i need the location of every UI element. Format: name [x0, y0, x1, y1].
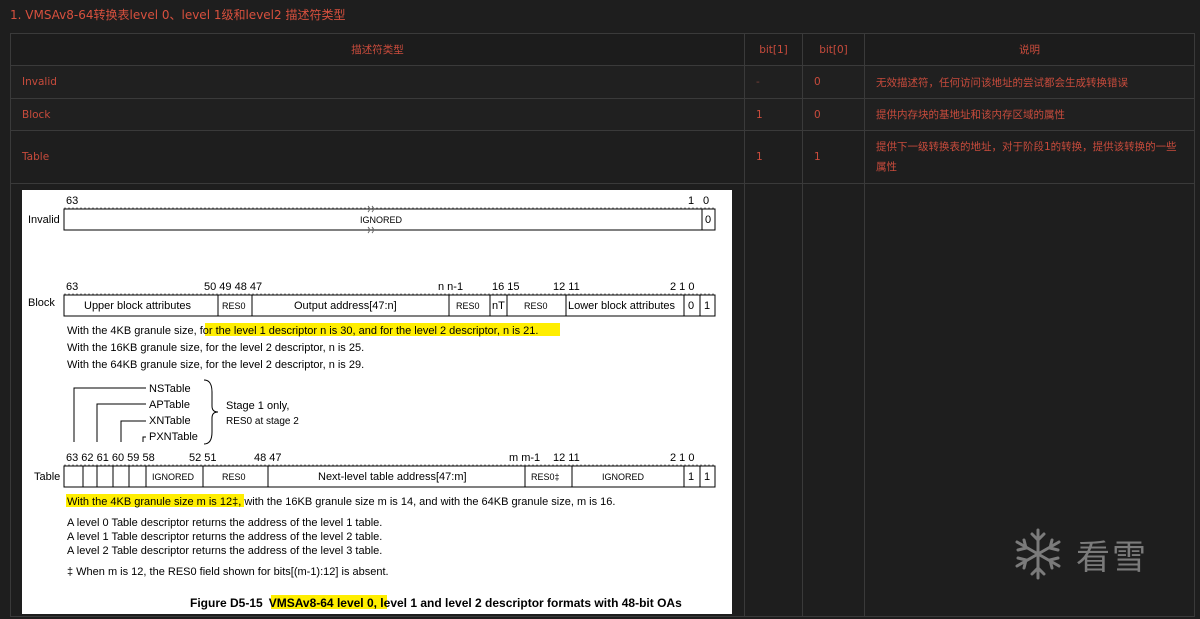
invalid-bit-0: 0: [703, 195, 709, 207]
table-line-level1: A level 1 Table descriptor returns the a…: [67, 531, 382, 543]
table-line-level2: A level 2 Table descriptor returns the a…: [67, 545, 382, 557]
cell-bit0: 1: [802, 130, 865, 184]
caption-hl: VMSAv8-64 level 0: [269, 596, 374, 610]
table-note-hl: With the 4KB granule size m is 12‡: [67, 496, 238, 508]
figure-caption: Figure D5-15 VMSAv8-64 level 0, level 1 a…: [190, 596, 682, 610]
block-lower-attrs: Lower block attributes: [568, 300, 675, 312]
table-line-level0: A level 0 Table descriptor returns the a…: [67, 517, 382, 529]
table-ignored-1: IGNORED: [152, 472, 195, 482]
block-res0-1: RES0: [222, 301, 246, 311]
block-note-4kb-hl: for the level 1 descriptor n is 30, and …: [200, 325, 536, 337]
cell-bit0: 0: [802, 98, 865, 131]
block-res0-3: RES0: [524, 301, 548, 311]
table-label: Table: [34, 471, 60, 483]
section-heading: 1. VMSAv8-64转换表level 0、level 1级和level2 描…: [10, 8, 346, 22]
descriptor-format-figure: 63 1 0 Invalid IGNORED 0 63 50 49 48 47 …: [22, 190, 732, 614]
header-bit0: bit[0]: [802, 33, 865, 66]
watermark-text: 看雪: [1076, 537, 1148, 578]
table-row: Block 1 0 提供内存块的基地址和该内存区域的属性: [10, 98, 1195, 131]
table-row: Table 1 1 提供下一级转换表的地址，对于阶段1的转换，提供该转换的一些属…: [10, 130, 1195, 184]
caption-pre: Figure D5-15: [190, 596, 263, 610]
block-label: Block: [28, 297, 55, 309]
table-res0-1: RES0: [222, 472, 246, 482]
bracket-pxntable: PXNTable: [149, 431, 198, 443]
block-res0-2: RES0: [456, 301, 480, 311]
table-bits-12-11: 12 11: [553, 452, 580, 464]
cell-bit1: -: [744, 65, 803, 99]
header-type: 描述符类型: [10, 33, 745, 66]
table-row: Invalid - 0 无效描述符，任何访问该地址的尝试都会生成转换错误: [10, 65, 1195, 99]
table-bits-2-0: 2 1 0: [670, 452, 694, 464]
block-note-4kb-pre: With the 4KB granule size,: [67, 325, 200, 337]
header-desc: 说明: [864, 33, 1195, 66]
table-bit-0-val: 1: [704, 471, 710, 483]
cell-bit0: 0: [802, 65, 865, 99]
table-bit-1-val: 1: [688, 471, 694, 483]
block-upper-attrs: Upper block attributes: [84, 300, 191, 312]
cell-bit1: 1: [744, 98, 803, 131]
table-ignored-2: IGNORED: [602, 472, 645, 482]
table-note: With the 4KB granule size m is 12‡, with…: [67, 496, 615, 508]
block-bit-1-val: 0: [688, 300, 694, 312]
block-bits-50-47: 50 49 48 47: [204, 281, 262, 293]
block-bits-n: n n-1: [438, 281, 463, 293]
table-note-rest: , with the 16KB granule size m is 14, an…: [238, 496, 615, 508]
invalid-ignored: IGNORED: [360, 215, 403, 225]
block-note-4kb: With the 4KB granule size, for the level…: [67, 325, 538, 337]
cell-bit1: 1: [744, 130, 803, 184]
bracket-note-stage1: Stage 1 only,: [226, 400, 289, 412]
cell-type: Table: [10, 130, 745, 184]
table-footnote: ‡ When m is 12, the RES0 field shown for…: [67, 566, 389, 578]
block-bits-2-0: 2 1 0: [670, 281, 694, 293]
block-note-16kb: With the 16KB granule size, for the leve…: [67, 342, 364, 354]
bracket-nstable: NSTable: [149, 383, 191, 395]
block-bit-0-val: 1: [704, 300, 710, 312]
table-res0-2: RES0‡: [531, 472, 560, 482]
header-bit1: bit[1]: [744, 33, 803, 66]
block-bit-63: 63: [66, 281, 78, 293]
table-bits-63-58: 63 62 61 60 59 58: [66, 452, 155, 464]
invalid-bit-1: 1: [688, 195, 694, 207]
block-bits-12-11: 12 11: [553, 281, 580, 293]
invalid-last-bit: 0: [705, 214, 711, 226]
block-nt: nT: [492, 300, 505, 312]
snowflake-icon: [1015, 528, 1061, 580]
block-note-4kb-end: .: [535, 325, 538, 337]
table-next-level-address: Next-level table address[47:m]: [318, 471, 467, 483]
block-bits-16-15: 16 15: [492, 281, 520, 293]
block-output-address: Output address[47:n]: [294, 300, 397, 312]
cell-desc: 无效描述符，任何访问该地址的尝试都会生成转换错误: [864, 65, 1195, 99]
cell-desc: 提供下一级转换表的地址，对于阶段1的转换，提供该转换的一些属性: [864, 130, 1195, 184]
invalid-label: Invalid: [28, 214, 60, 226]
block-note-64kb: With the 64KB granule size, for the leve…: [67, 359, 364, 371]
table-bits-m: m m-1: [509, 452, 540, 464]
cell-type: Invalid: [10, 65, 745, 99]
bracket-note-stage2: RES0 at stage 2: [226, 416, 299, 427]
kanxue-watermark: 看雪: [1010, 526, 1148, 582]
table-bits-48-47: 48 47: [254, 452, 282, 464]
bracket-aptable: APTable: [149, 399, 190, 411]
caption-post: , level 1 and level 2 descriptor formats…: [374, 596, 682, 610]
cell-type: Block: [10, 98, 745, 131]
invalid-bit-63: 63: [66, 195, 78, 207]
cell-desc: 提供内存块的基地址和该内存区域的属性: [864, 98, 1195, 131]
bracket-xntable: XNTable: [149, 415, 191, 427]
table-bits-52-51: 52 51: [189, 452, 217, 464]
